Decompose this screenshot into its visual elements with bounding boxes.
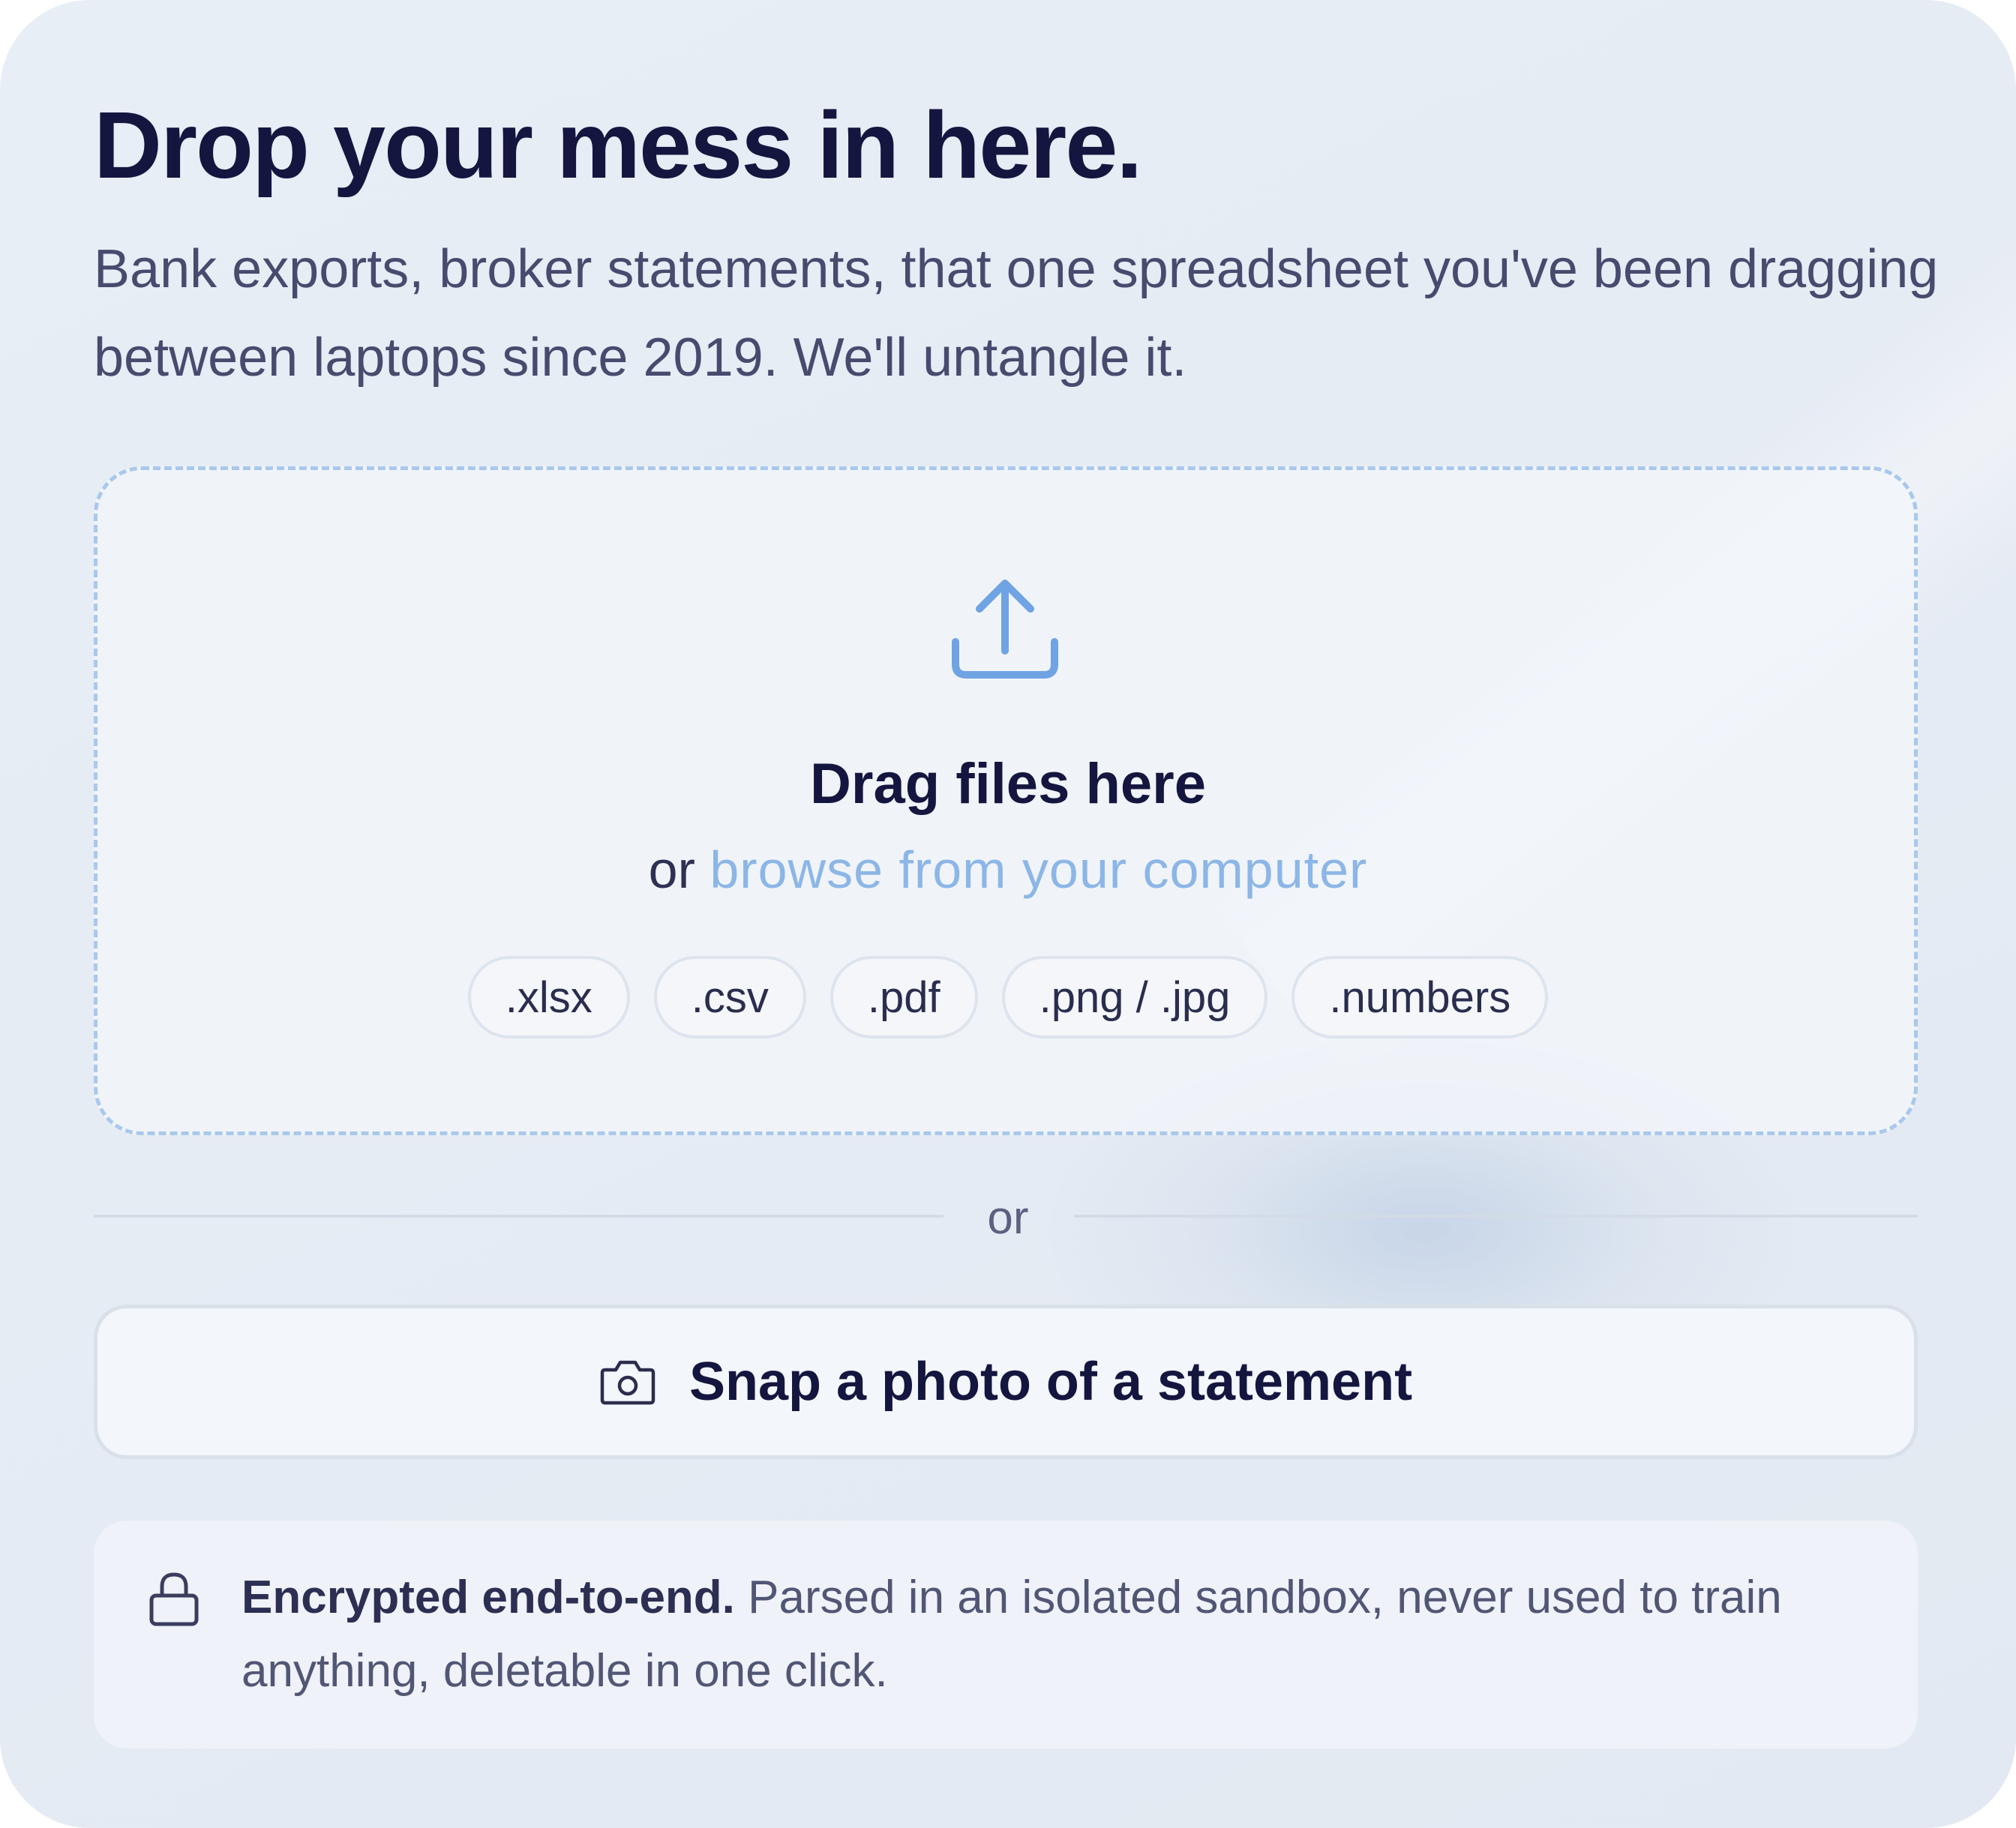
upload-icon [952,580,1058,679]
format-pill: .pdf [830,956,978,1038]
format-pill: .numbers [1292,956,1549,1038]
divider-label: or [987,1192,1029,1244]
page-title: Drop your mess in here. [94,92,1142,198]
security-strong: Encrypted end-to-end. [242,1572,735,1623]
format-pill: .png / .jpg [1001,956,1268,1038]
dropzone-title: Drag files here [810,752,1206,816]
format-pill: .csv [653,956,806,1038]
camera-icon [600,1360,656,1405]
divider-line-right [1074,1215,1918,1218]
browse-prefix: or [648,841,695,899]
browse-line: or browse from your computer [0,838,2016,901]
upload-card: Drop your mess in here. Bank exports, br… [0,0,2016,1828]
format-pill: .xlsx [467,956,630,1038]
snap-photo-button[interactable]: Snap a photo of a statement [94,1305,1918,1459]
format-pills: .xlsx .csv .pdf .png / .jpg .numbers [0,956,2016,1038]
snap-photo-label: Snap a photo of a statement [688,1352,1413,1412]
page-subtitle: Bank exports, broker statements, that on… [94,239,1939,388]
security-text: Encrypted end-to-end. Parsed in an isola… [242,1561,1862,1708]
lock-icon [149,1572,199,1626]
browse-link[interactable]: browse from your computer [710,841,1367,899]
